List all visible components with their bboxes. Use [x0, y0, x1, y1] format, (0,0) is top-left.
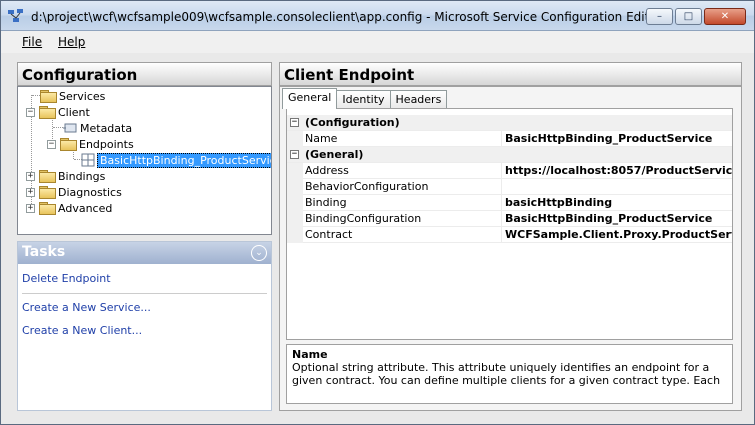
folder-icon [40, 90, 57, 103]
create-new-client-link[interactable]: Create a New Client... [22, 324, 142, 337]
title-bar[interactable]: d:\project\wcf\wcfsample009\wcfsample.co… [1, 1, 754, 31]
client-endpoint-panel-title: Client Endpoint [279, 62, 742, 86]
tab-identity[interactable]: Identity [336, 90, 391, 109]
tree-item-endpoint-basichttpbinding[interactable]: BasicHttpBinding_ProductService [81, 152, 271, 168]
column-divider [501, 131, 502, 147]
tree-item-label: Metadata [80, 121, 133, 135]
tab-headers[interactable]: Headers [389, 90, 448, 109]
tree-item-label: Advanced [58, 201, 113, 215]
metadata-icon [63, 123, 77, 133]
collapse-icon[interactable]: − [290, 150, 299, 159]
tree-item-services[interactable]: Services [40, 88, 105, 104]
property-row-behaviorconfiguration[interactable]: BehaviorConfiguration [287, 179, 732, 195]
tree-item-label: Services [59, 89, 106, 103]
folder-icon [39, 186, 56, 199]
row-gutter [287, 195, 303, 211]
menu-help[interactable]: Help [58, 35, 85, 49]
tree-item-label: Endpoints [79, 137, 134, 151]
tree-item-endpoints[interactable]: − Endpoints [47, 136, 134, 152]
category-configuration[interactable]: − (Configuration) [287, 115, 732, 131]
folder-icon [60, 138, 77, 151]
window-title: d:\project\wcf\wcfsample009\wcfsample.co… [31, 10, 662, 24]
property-value[interactable]: BasicHttpBinding_ProductService [505, 132, 712, 145]
tree-item-diagnostics[interactable]: + Diagnostics [26, 184, 122, 200]
collapse-icon[interactable]: − [26, 107, 35, 117]
configuration-panel-title: Configuration [17, 62, 272, 86]
tree-item-metadata[interactable]: Metadata [63, 120, 132, 136]
close-button[interactable]: ✕ [704, 8, 746, 25]
row-gutter [287, 163, 303, 179]
folder-icon [39, 106, 56, 119]
property-value[interactable]: BasicHttpBinding_ProductService [505, 212, 712, 225]
tree-item-label: Bindings [58, 169, 106, 183]
tree-item-label: BasicHttpBinding_ProductService [97, 152, 271, 168]
tasks-pane: Tasks ⌄ Delete Endpoint Create a New Ser… [17, 241, 272, 411]
expand-icon[interactable]: + [26, 203, 35, 213]
property-row-contract[interactable]: Contract WCFSample.Client.Proxy.ProductS… [287, 227, 732, 243]
property-key: Contract [305, 228, 353, 241]
column-divider [501, 227, 502, 243]
property-row-binding[interactable]: Binding basicHttpBinding [287, 195, 732, 211]
expand-icon[interactable]: + [26, 171, 35, 181]
create-new-service-link[interactable]: Create a New Service... [22, 301, 151, 314]
tree-item-advanced[interactable]: + Advanced [26, 200, 112, 216]
menu-help-label: Help [58, 35, 86, 49]
property-key: Address [305, 164, 349, 177]
folder-icon [39, 170, 56, 183]
delete-endpoint-link[interactable]: Delete Endpoint [22, 272, 111, 285]
endpoint-icon [81, 153, 95, 167]
expand-icon[interactable]: + [26, 187, 35, 197]
maximize-button[interactable]: □ [675, 8, 702, 25]
row-gutter [287, 131, 303, 147]
property-key: Name [305, 132, 338, 145]
column-divider [501, 179, 502, 195]
property-key: BehaviorConfiguration [305, 180, 429, 193]
property-grid[interactable]: − (Configuration) Name BasicHttpBinding_… [286, 108, 733, 340]
column-divider [501, 163, 502, 179]
category-label: (Configuration) [305, 116, 400, 129]
tasks-header[interactable]: Tasks ⌄ [18, 242, 271, 264]
row-gutter [287, 179, 303, 195]
category-general[interactable]: − (General) [287, 147, 732, 163]
row-gutter [287, 227, 303, 243]
menu-bar: File Help [1, 31, 754, 53]
tree-connector [53, 127, 63, 128]
property-row-name[interactable]: Name BasicHttpBinding_ProductService [287, 131, 732, 147]
column-divider [501, 211, 502, 227]
collapse-icon[interactable]: − [290, 118, 299, 127]
tasks-title: Tasks [22, 244, 66, 260]
row-gutter [287, 211, 303, 227]
tab-general[interactable]: General [282, 88, 338, 109]
tree-item-label: Diagnostics [58, 185, 122, 199]
property-key: Binding [305, 196, 347, 209]
property-description: Name Optional string attribute. This att… [286, 344, 733, 404]
minimize-button[interactable]: – [646, 8, 673, 25]
property-value[interactable]: basicHttpBinding [505, 196, 612, 209]
menu-file-label: File [22, 35, 43, 49]
tree-item-bindings[interactable]: + Bindings [26, 168, 105, 184]
description-title: Name [292, 348, 328, 361]
configuration-tree[interactable]: Services − Client Metadata − Endpoints B… [17, 86, 272, 235]
property-row-address[interactable]: Address https://localhost:8057/ProductSe… [287, 163, 732, 179]
column-divider [501, 195, 502, 211]
property-value[interactable]: WCFSample.Client.Proxy.ProductService [505, 228, 732, 241]
collapse-icon[interactable]: − [47, 139, 56, 149]
tasks-divider [22, 293, 267, 294]
main-window: d:\project\wcf\wcfsample009\wcfsample.co… [0, 0, 755, 425]
tree-item-label: Client [58, 105, 90, 119]
config-editor-app-icon [8, 9, 24, 23]
chevron-down-icon[interactable]: ⌄ [251, 245, 267, 261]
category-label: (General) [305, 148, 364, 161]
property-value[interactable]: https://localhost:8057/ProductService [505, 164, 732, 177]
folder-icon [39, 202, 56, 215]
description-text: Optional string attribute. This attribut… [292, 361, 721, 389]
property-row-bindingconfiguration[interactable]: BindingConfiguration BasicHttpBinding_Pr… [287, 211, 732, 227]
endpoint-tabs: General Identity Headers [282, 88, 448, 109]
menu-file[interactable]: File [22, 35, 42, 49]
property-key: BindingConfiguration [305, 212, 422, 225]
tree-item-client[interactable]: − Client [26, 104, 90, 120]
